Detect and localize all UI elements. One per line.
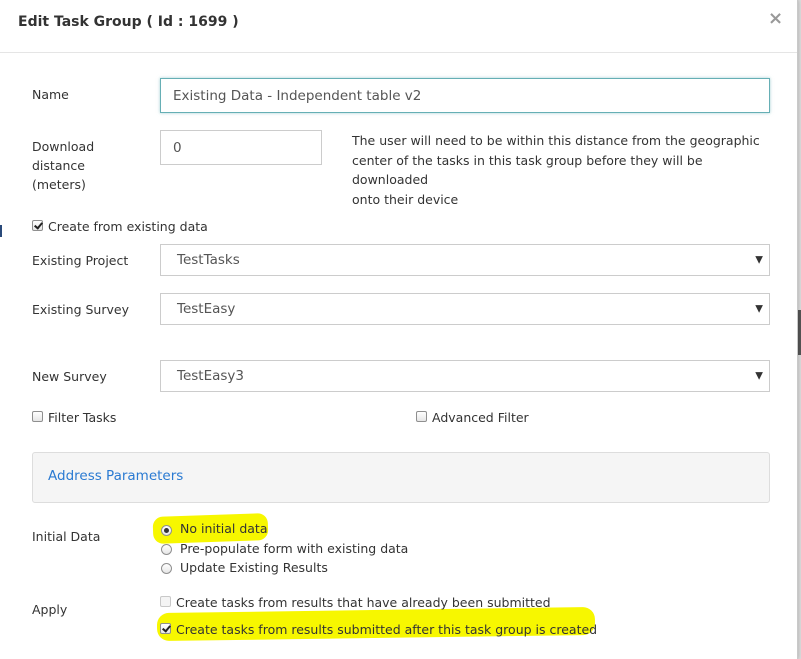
name-input-value: Existing Data - Independent table v2 [173,87,422,104]
new-survey-select[interactable]: TestEasy3 ▼ [160,360,770,392]
radio-update-existing-label: Update Existing Results [180,560,328,575]
existing-survey-value: TestEasy [177,301,236,317]
radio-no-initial-data-label: No initial data [180,521,268,536]
edit-task-group-modal: Edit Task Group ( Id : 1699 ) × Name Exi… [0,0,798,659]
apply-already-submitted-label: Create tasks from results that have alre… [176,595,551,610]
download-distance-value: 0 [173,139,182,156]
filter-tasks-label: Filter Tasks [48,410,117,425]
download-distance-help: The user will need to be within this dis… [352,131,772,209]
new-survey-value: TestEasy3 [177,368,244,384]
apply-submitted-after-label: Create tasks from results submitted afte… [176,622,598,637]
name-label: Name [32,87,69,102]
existing-project-label: Existing Project [32,253,129,268]
caret-down-icon: ▼ [755,254,763,266]
address-parameters-toggle[interactable]: Address Parameters [48,468,183,484]
radio-prepopulate[interactable] [161,544,172,555]
advanced-filter-label: Advanced Filter [432,410,529,425]
name-input[interactable]: Existing Data - Independent table v2 [160,78,770,113]
existing-survey-select[interactable]: TestEasy ▼ [160,293,770,325]
close-button[interactable]: × [768,9,783,29]
existing-project-value: TestTasks [177,252,240,268]
existing-project-select[interactable]: TestTasks ▼ [160,244,770,276]
radio-prepopulate-label: Pre-populate form with existing data [180,541,409,556]
advanced-filter-checkbox[interactable] [416,411,427,422]
initial-data-label: Initial Data [32,529,101,544]
help-line: center of the tasks in this task group b… [352,152,703,188]
new-survey-label: New Survey [32,369,107,384]
apply-label: Apply [32,602,68,617]
caret-down-icon: ▼ [755,303,763,315]
download-distance-label: Download distance (meters) [32,137,94,194]
address-parameters-panel: Address Parameters [32,452,770,503]
download-distance-input[interactable]: 0 [160,130,322,165]
modal-header: Edit Task Group ( Id : 1699 ) × [0,0,797,53]
download-distance-label-line: (meters) [32,177,86,192]
filter-tasks-checkbox[interactable] [32,411,43,422]
existing-survey-label: Existing Survey [32,302,129,317]
radio-update-existing[interactable] [161,563,172,574]
create-from-existing-label: Create from existing data [48,219,208,234]
create-from-existing-checkbox[interactable] [32,220,43,231]
close-icon: × [768,8,784,29]
apply-already-submitted-checkbox[interactable] [160,596,171,607]
download-distance-label-line: Download [32,139,95,154]
radio-no-initial-data[interactable] [161,525,172,536]
apply-submitted-after-checkbox[interactable] [160,623,171,634]
backdrop-left-marker [0,225,2,237]
modal-title: Edit Task Group ( Id : 1699 ) [18,14,239,30]
help-line: The user will need to be within this dis… [352,133,760,148]
help-line: onto their device [352,191,459,207]
download-distance-label-line: distance [32,158,85,173]
caret-down-icon: ▼ [755,370,763,382]
